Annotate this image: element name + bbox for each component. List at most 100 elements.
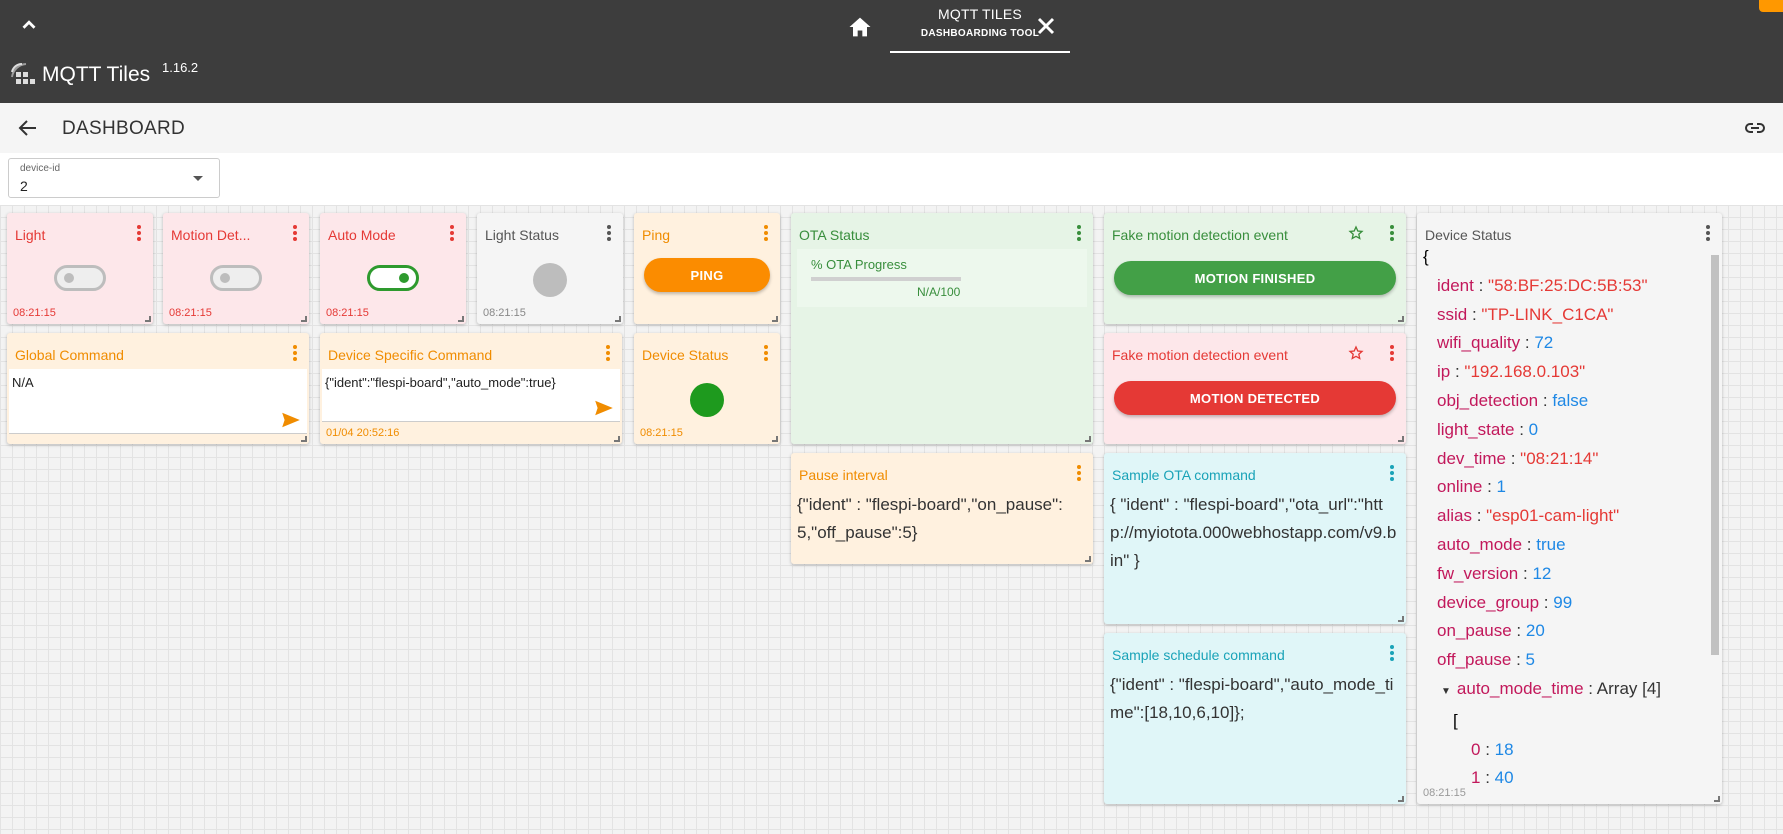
motion-finished-button[interactable]: MOTION FINISHED	[1114, 261, 1396, 295]
tile-title: Ping	[642, 227, 671, 243]
json-tree[interactable]: { ident : "58:BF:25:DC:5B:53" ssid : "TP-…	[1423, 243, 1708, 788]
resize-handle[interactable]	[145, 316, 151, 322]
tile-title: Light Status	[485, 227, 559, 243]
more-vert-icon[interactable]	[137, 225, 141, 241]
json-row: auto_mode : true	[1437, 534, 1566, 554]
home-icon[interactable]	[846, 13, 874, 41]
json-key: off_pause	[1437, 650, 1512, 670]
tile-title: Device Specific Command	[328, 347, 493, 363]
json-key: online	[1437, 477, 1483, 497]
json-row: alias : "esp01-cam-light"	[1437, 506, 1620, 526]
resize-handle[interactable]	[301, 316, 307, 322]
tile-title: Sample OTA command	[1112, 467, 1256, 483]
tile-title: OTA Status	[799, 227, 870, 243]
json-row: wifi_quality : 72	[1437, 333, 1554, 353]
light-toggle[interactable]	[54, 265, 106, 291]
caret-down-icon	[193, 176, 203, 181]
caret-down-icon[interactable]: ▼	[1441, 686, 1451, 697]
resize-handle[interactable]	[1714, 796, 1720, 802]
motion-detected-button[interactable]: MOTION DETECTED	[1114, 381, 1396, 415]
chevron-up-icon[interactable]	[18, 14, 40, 36]
send-icon[interactable]	[594, 400, 614, 416]
device-command-input[interactable]: {"ident":"flespi-board","auto_mode":true…	[322, 369, 620, 422]
json-row: fw_version : 12	[1437, 563, 1552, 583]
json-key: auto_mode	[1437, 534, 1523, 554]
resize-handle[interactable]	[1398, 796, 1404, 802]
json-value: 0	[1528, 419, 1539, 439]
json-key: wifi_quality	[1437, 333, 1521, 353]
timestamp: 08:21:15	[640, 427, 683, 439]
tile-auto-mode: Auto Mode 08:21:15	[320, 213, 466, 324]
tile-device-status: Device Status 08:21:15	[634, 333, 780, 444]
command-text: {"ident":"flespi-board","auto_mode":true…	[325, 375, 556, 390]
json-row: obj_detection : false	[1437, 390, 1589, 410]
tile-title: Pause interval	[799, 467, 888, 483]
resize-handle[interactable]	[1085, 436, 1091, 442]
json-key: ssid	[1437, 304, 1468, 324]
tile-title: Fake motion detection event	[1112, 227, 1288, 243]
more-vert-icon[interactable]	[1390, 345, 1394, 361]
ota-progress: % OTA Progress N/A/100	[797, 249, 1087, 307]
resize-handle[interactable]	[458, 316, 464, 322]
more-vert-icon[interactable]	[450, 225, 454, 241]
more-vert-icon[interactable]	[1390, 465, 1394, 481]
progress-label: % OTA Progress	[811, 257, 907, 272]
corner-badge[interactable]	[1759, 0, 1783, 12]
ping-button[interactable]: PING	[644, 258, 770, 292]
resize-handle[interactable]	[1398, 316, 1404, 322]
motion-toggle[interactable]	[210, 265, 262, 291]
json-row: ssid : "TP-LINK_C1CA"	[1437, 304, 1614, 324]
tile-light-status: Light Status 08:21:15	[477, 213, 623, 324]
tile-title: Light	[15, 227, 46, 243]
more-vert-icon[interactable]	[764, 225, 768, 241]
command-text: N/A	[12, 375, 34, 390]
more-vert-icon[interactable]	[607, 225, 611, 241]
json-key: on_pause	[1437, 621, 1512, 641]
resize-handle[interactable]	[1085, 556, 1091, 562]
resize-handle[interactable]	[1398, 436, 1404, 442]
resize-handle[interactable]	[614, 436, 620, 442]
more-vert-icon[interactable]	[1390, 645, 1394, 661]
scrollbar[interactable]	[1710, 243, 1720, 794]
timestamp: 01/04 20:52:16	[326, 427, 400, 439]
json-key: fw_version	[1437, 563, 1519, 583]
resize-handle[interactable]	[615, 316, 621, 322]
json-array-row[interactable]: ▼ auto_mode_time : Array [4]	[1423, 675, 1708, 707]
json-value: 99	[1553, 592, 1573, 612]
more-vert-icon[interactable]	[1077, 225, 1081, 241]
tile-title: Global Command	[15, 347, 124, 363]
star-outline-icon[interactable]	[1348, 345, 1364, 361]
tile-text: { "ident" : "flespi-board","ota_url":"ht…	[1110, 495, 1397, 570]
progress-value: N/A/100	[917, 285, 961, 299]
json-value: 40	[1494, 768, 1514, 788]
more-vert-icon[interactable]	[1077, 465, 1081, 481]
send-icon[interactable]	[281, 412, 301, 428]
more-vert-icon[interactable]	[764, 345, 768, 361]
json-key: light_state	[1437, 419, 1515, 439]
select-label: device-id	[20, 163, 61, 174]
more-vert-icon[interactable]	[293, 225, 297, 241]
more-vert-icon[interactable]	[1706, 225, 1710, 241]
resize-handle[interactable]	[301, 436, 307, 442]
arrow-back-icon[interactable]	[16, 116, 40, 140]
more-vert-icon[interactable]	[606, 345, 610, 361]
tile-motion-detected: Fake motion detection event MOTION DETEC…	[1104, 333, 1406, 444]
star-outline-icon[interactable]	[1348, 225, 1364, 241]
more-vert-icon[interactable]	[1390, 225, 1394, 241]
json-value: false	[1552, 390, 1589, 410]
auto-mode-toggle[interactable]	[367, 265, 419, 291]
device-id-select[interactable]: device-id 2	[8, 158, 220, 198]
resize-handle[interactable]	[772, 436, 778, 442]
json-value: "esp01-cam-light"	[1486, 506, 1620, 526]
global-command-input[interactable]: N/A	[9, 369, 307, 434]
tile-device-status-json: Device Status { ident : "58:BF:25:DC:5B:…	[1417, 213, 1722, 804]
resize-handle[interactable]	[1398, 616, 1404, 622]
link-icon[interactable]	[1743, 116, 1767, 140]
close-icon[interactable]	[1032, 12, 1060, 40]
resize-handle[interactable]	[772, 316, 778, 322]
more-vert-icon[interactable]	[293, 345, 297, 361]
json-row: ip : "192.168.0.103"	[1437, 362, 1586, 382]
brand-name: MQTT Tiles	[42, 63, 151, 86]
timestamp: 08:21:15	[169, 307, 212, 319]
json-value: 18	[1494, 739, 1514, 759]
